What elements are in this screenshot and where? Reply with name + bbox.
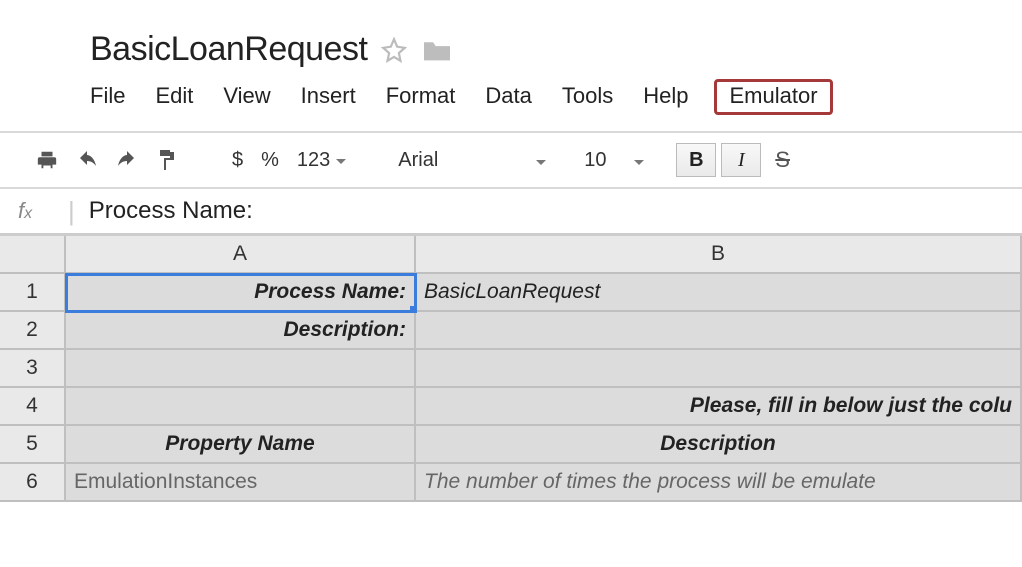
redo-icon[interactable] xyxy=(110,143,144,177)
cell-b3[interactable] xyxy=(416,350,1022,388)
row-header-4[interactable]: 4 xyxy=(0,388,66,426)
cell-a4[interactable] xyxy=(66,388,416,426)
spreadsheet-grid: A B 1 Process Name: BasicLoanRequest 2 D… xyxy=(0,236,1022,502)
menu-emulator[interactable]: Emulator xyxy=(729,83,817,108)
row-header-6[interactable]: 6 xyxy=(0,464,66,502)
font-family-select[interactable]: Arial xyxy=(394,147,552,174)
formula-bar: fx | Process Name: xyxy=(0,189,1022,236)
format-percent-button[interactable]: % xyxy=(255,149,285,172)
menu-edit[interactable]: Edit xyxy=(155,83,193,115)
menu-format[interactable]: Format xyxy=(386,83,456,115)
italic-button[interactable]: I xyxy=(721,143,761,177)
menu-help[interactable]: Help xyxy=(643,83,688,115)
cell-a2[interactable]: Description: xyxy=(66,312,416,350)
menu-file[interactable]: File xyxy=(90,83,125,115)
format-number-dropdown[interactable]: 123 xyxy=(291,149,352,172)
document-title[interactable]: BasicLoanRequest xyxy=(90,30,367,69)
folder-icon[interactable] xyxy=(421,37,453,63)
menu-view[interactable]: View xyxy=(223,83,270,115)
menu-emulator-highlight: Emulator xyxy=(714,79,832,115)
cell-a5[interactable]: Property Name xyxy=(66,426,416,464)
row-header-1[interactable]: 1 xyxy=(0,274,66,312)
cell-a6[interactable]: EmulationInstances xyxy=(66,464,416,502)
row-header-5[interactable]: 5 xyxy=(0,426,66,464)
menu-tools[interactable]: Tools xyxy=(562,83,613,115)
row-header-2[interactable]: 2 xyxy=(0,312,66,350)
print-icon[interactable] xyxy=(30,143,64,177)
strikethrough-button[interactable]: S xyxy=(767,147,798,173)
formula-input[interactable]: Process Name: xyxy=(89,197,253,225)
format-currency-button[interactable]: $ xyxy=(226,149,249,172)
fx-label: fx xyxy=(18,198,68,224)
paint-format-icon[interactable] xyxy=(150,143,184,177)
column-header-a[interactable]: A xyxy=(66,236,416,274)
cell-b1[interactable]: BasicLoanRequest xyxy=(416,274,1022,312)
cell-b2[interactable] xyxy=(416,312,1022,350)
menu-bar: File Edit View Insert Format Data Tools … xyxy=(0,69,1022,129)
cell-a3[interactable] xyxy=(66,350,416,388)
undo-icon[interactable] xyxy=(70,143,104,177)
cell-b6[interactable]: The number of times the process will be … xyxy=(416,464,1022,502)
cell-a1[interactable]: Process Name: xyxy=(66,274,416,312)
row-header-3[interactable]: 3 xyxy=(0,350,66,388)
select-all-corner[interactable] xyxy=(0,236,66,274)
star-icon[interactable] xyxy=(381,37,407,63)
menu-insert[interactable]: Insert xyxy=(301,83,356,115)
fx-divider: | xyxy=(68,196,75,227)
column-header-b[interactable]: B xyxy=(416,236,1022,274)
bold-button[interactable]: B xyxy=(676,143,716,177)
cell-b5[interactable]: Description xyxy=(416,426,1022,464)
toolbar: $ % 123 Arial 10 B I S xyxy=(0,133,1022,189)
menu-data[interactable]: Data xyxy=(485,83,531,115)
font-size-select[interactable]: 10 xyxy=(584,149,644,172)
cell-b4[interactable]: Please, fill in below just the colu xyxy=(416,388,1022,426)
